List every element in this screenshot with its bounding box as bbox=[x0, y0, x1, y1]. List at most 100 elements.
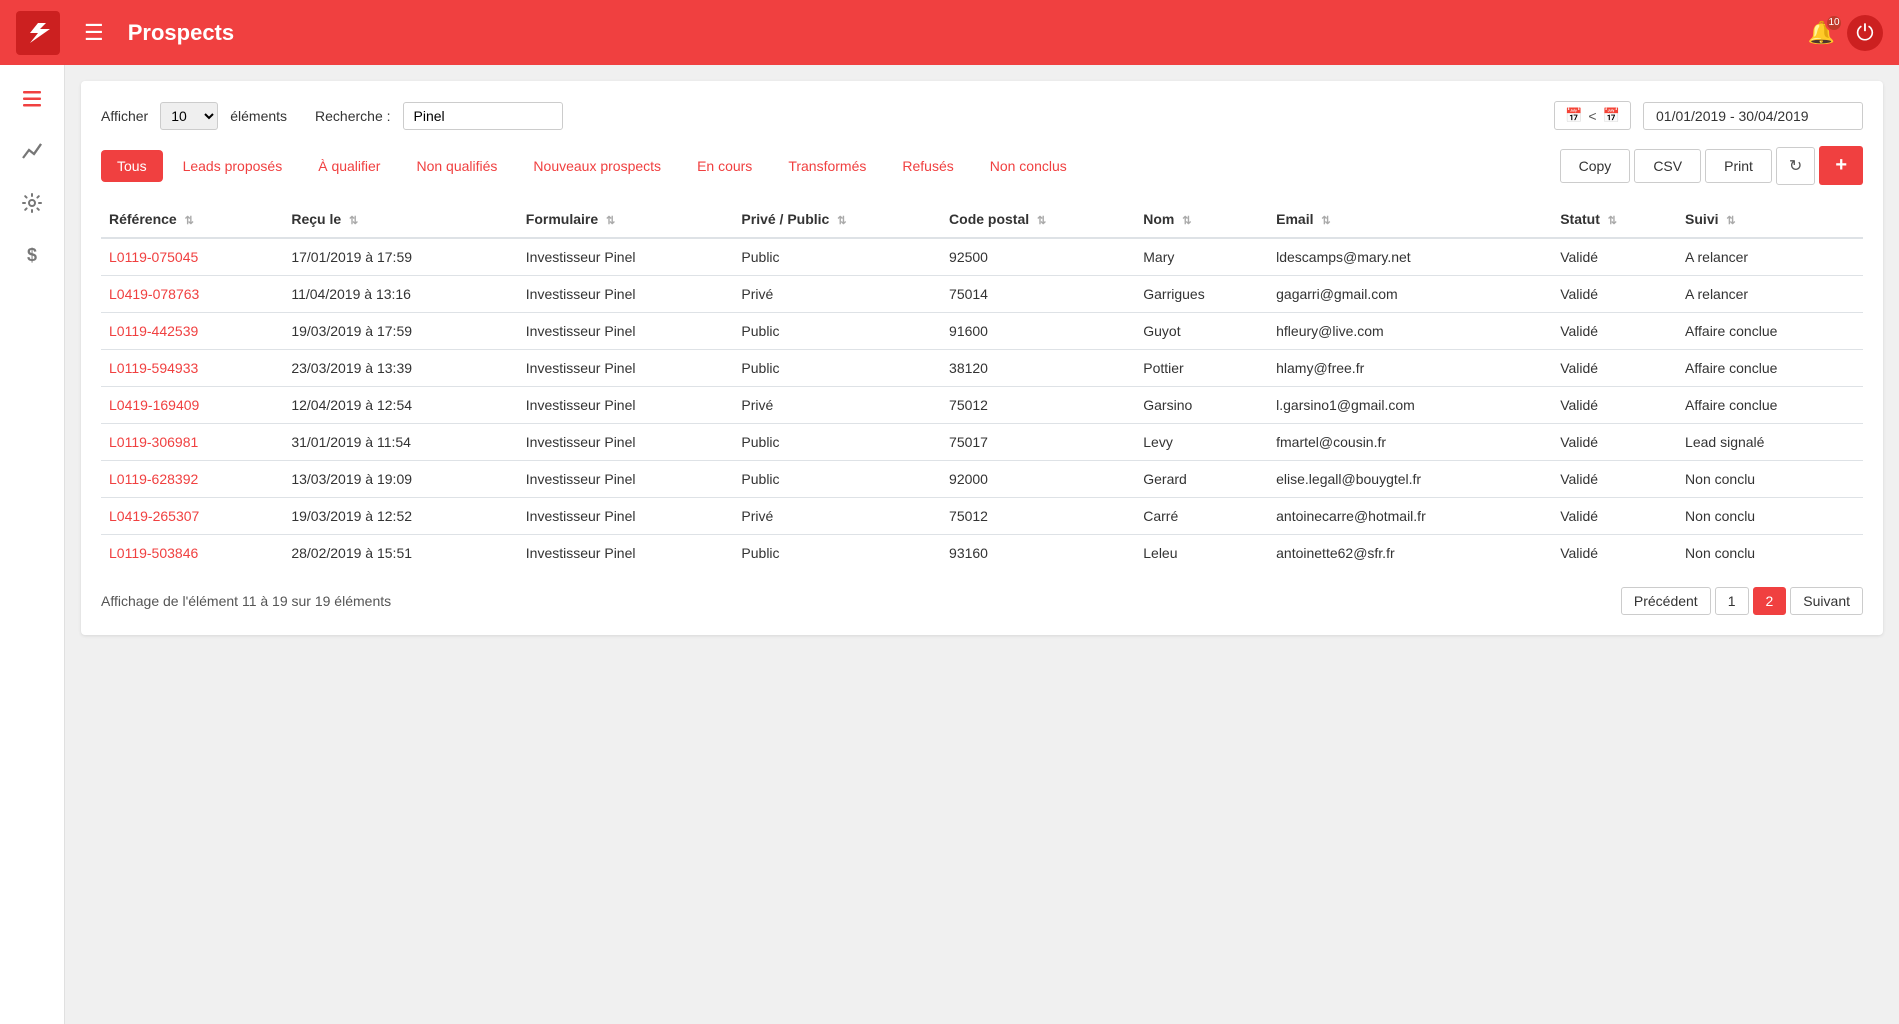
cell-recu-6: 13/03/2019 à 19:09 bbox=[283, 461, 517, 498]
ref-link-5[interactable]: L0119-306981 bbox=[109, 434, 198, 450]
filter-tab-transformes[interactable]: Transformés bbox=[772, 150, 882, 182]
cell-prive-7: Privé bbox=[733, 498, 941, 535]
cell-ref-0: L0119-075045 bbox=[101, 238, 283, 276]
filter-tab-tous[interactable]: Tous bbox=[101, 150, 163, 182]
col-recu-le: Reçu le ⇅ bbox=[283, 201, 517, 238]
ref-link-6[interactable]: L0119-628392 bbox=[109, 471, 198, 487]
cell-suivi-7: Non conclu bbox=[1677, 498, 1863, 535]
cell-cp-7: 75012 bbox=[941, 498, 1135, 535]
afficher-select[interactable]: 10 25 50 100 bbox=[160, 102, 218, 130]
cell-prive-0: Public bbox=[733, 238, 941, 276]
sidebar-item-settings[interactable] bbox=[10, 181, 54, 225]
cell-cp-2: 91600 bbox=[941, 313, 1135, 350]
col-formulaire: Formulaire ⇅ bbox=[518, 201, 734, 238]
cell-recu-8: 28/02/2019 à 15:51 bbox=[283, 535, 517, 572]
filter-tab-en-cours[interactable]: En cours bbox=[681, 150, 768, 182]
cell-nom-3: Pottier bbox=[1135, 350, 1268, 387]
sidebar-item-list[interactable] bbox=[10, 77, 54, 121]
date-separator: < bbox=[1588, 108, 1596, 124]
col-statut-label: Statut bbox=[1560, 211, 1600, 227]
pagination-controls: Précédent 1 2 Suivant bbox=[1621, 587, 1863, 615]
refresh-button[interactable]: ↻ bbox=[1776, 147, 1815, 185]
ref-link-3[interactable]: L0119-594933 bbox=[109, 360, 198, 376]
cell-formulaire-8: Investisseur Pinel bbox=[518, 535, 734, 572]
cell-statut-3: Validé bbox=[1552, 350, 1677, 387]
date-range-input[interactable] bbox=[1643, 102, 1863, 130]
prev-page-button[interactable]: Précédent bbox=[1621, 587, 1711, 615]
power-button[interactable]: ⏻ bbox=[1847, 15, 1883, 51]
filter-tab-non-qualifies[interactable]: Non qualifiés bbox=[400, 150, 513, 182]
notification-button[interactable]: 🔔 10 bbox=[1808, 20, 1835, 46]
sort-icon-prive[interactable]: ⇅ bbox=[837, 215, 846, 227]
cell-prive-4: Privé bbox=[733, 387, 941, 424]
cell-cp-1: 75014 bbox=[941, 276, 1135, 313]
date-range-start-button[interactable]: 📅 < 📅 bbox=[1554, 101, 1631, 130]
col-nom-label: Nom bbox=[1143, 211, 1174, 227]
cell-suivi-3: Affaire conclue bbox=[1677, 350, 1863, 387]
calendar-icon-right: 📅 bbox=[1603, 107, 1620, 124]
sidebar-item-chart[interactable] bbox=[10, 129, 54, 173]
filter-tab-non-conclus[interactable]: Non conclus bbox=[974, 150, 1083, 182]
col-reference-label: Référence bbox=[109, 211, 177, 227]
header-icons: 🔔 10 ⏻ bbox=[1808, 15, 1883, 51]
sort-icon-recu[interactable]: ⇅ bbox=[349, 215, 358, 227]
cell-statut-5: Validé bbox=[1552, 424, 1677, 461]
cell-formulaire-5: Investisseur Pinel bbox=[518, 424, 734, 461]
page-2-button[interactable]: 2 bbox=[1753, 587, 1787, 615]
cell-email-1: gagarri@gmail.com bbox=[1268, 276, 1552, 313]
cell-statut-1: Validé bbox=[1552, 276, 1677, 313]
copy-button[interactable]: Copy bbox=[1560, 149, 1631, 183]
filter-tab-leads-proposes[interactable]: Leads proposés bbox=[167, 150, 299, 182]
csv-button[interactable]: CSV bbox=[1634, 149, 1701, 183]
table-row: L0419-078763 11/04/2019 à 13:16 Investis… bbox=[101, 276, 1863, 313]
sidebar-item-finance[interactable]: $ bbox=[10, 233, 54, 277]
logo bbox=[16, 11, 60, 55]
content-card: Afficher 10 25 50 100 éléments Recherche… bbox=[81, 81, 1883, 635]
cell-ref-8: L0119-503846 bbox=[101, 535, 283, 572]
cell-statut-4: Validé bbox=[1552, 387, 1677, 424]
cell-prive-5: Public bbox=[733, 424, 941, 461]
col-reference: Référence ⇅ bbox=[101, 201, 283, 238]
add-button[interactable]: + bbox=[1819, 146, 1863, 185]
search-input[interactable] bbox=[403, 102, 563, 130]
cell-ref-4: L0419-169409 bbox=[101, 387, 283, 424]
menu-button[interactable]: ☰ bbox=[76, 16, 112, 50]
cell-nom-7: Carré bbox=[1135, 498, 1268, 535]
table-row: L0119-306981 31/01/2019 à 11:54 Investis… bbox=[101, 424, 1863, 461]
layout: $ Afficher 10 25 50 100 éléments Recherc… bbox=[0, 65, 1899, 1024]
table-row: L0119-075045 17/01/2019 à 17:59 Investis… bbox=[101, 238, 1863, 276]
ref-link-8[interactable]: L0119-503846 bbox=[109, 545, 198, 561]
sort-icon-statut[interactable]: ⇅ bbox=[1608, 215, 1617, 227]
cell-email-8: antoinette62@sfr.fr bbox=[1268, 535, 1552, 572]
col-formulaire-label: Formulaire bbox=[526, 211, 598, 227]
cell-formulaire-4: Investisseur Pinel bbox=[518, 387, 734, 424]
ref-link-2[interactable]: L0119-442539 bbox=[109, 323, 198, 339]
cell-email-5: fmartel@cousin.fr bbox=[1268, 424, 1552, 461]
sort-icon-formulaire[interactable]: ⇅ bbox=[606, 215, 615, 227]
print-button[interactable]: Print bbox=[1705, 149, 1772, 183]
cell-nom-0: Mary bbox=[1135, 238, 1268, 276]
sort-icon-nom[interactable]: ⇅ bbox=[1182, 215, 1191, 227]
sort-icon-code[interactable]: ⇅ bbox=[1037, 215, 1046, 227]
ref-link-4[interactable]: L0419-169409 bbox=[109, 397, 199, 413]
cell-ref-5: L0119-306981 bbox=[101, 424, 283, 461]
ref-link-0[interactable]: L0119-075045 bbox=[109, 249, 198, 265]
sort-icon-suivi[interactable]: ⇅ bbox=[1726, 215, 1735, 227]
cell-nom-2: Guyot bbox=[1135, 313, 1268, 350]
page-1-button[interactable]: 1 bbox=[1715, 587, 1749, 615]
filter-tab-refuses[interactable]: Refusés bbox=[886, 150, 969, 182]
cell-recu-0: 17/01/2019 à 17:59 bbox=[283, 238, 517, 276]
cell-nom-1: Garrigues bbox=[1135, 276, 1268, 313]
cell-prive-2: Public bbox=[733, 313, 941, 350]
ref-link-1[interactable]: L0419-078763 bbox=[109, 286, 199, 302]
sort-icon-reference[interactable]: ⇅ bbox=[185, 215, 194, 227]
cell-nom-8: Leleu bbox=[1135, 535, 1268, 572]
sort-icon-email[interactable]: ⇅ bbox=[1321, 215, 1330, 227]
col-prive-public: Privé / Public ⇅ bbox=[733, 201, 941, 238]
cell-formulaire-2: Investisseur Pinel bbox=[518, 313, 734, 350]
next-page-button[interactable]: Suivant bbox=[1790, 587, 1863, 615]
table-row: L0419-265307 19/03/2019 à 12:52 Investis… bbox=[101, 498, 1863, 535]
ref-link-7[interactable]: L0419-265307 bbox=[109, 508, 199, 524]
filter-tab-nouveaux-prospects[interactable]: Nouveaux prospects bbox=[517, 150, 677, 182]
filter-tab-a-qualifier[interactable]: À qualifier bbox=[302, 150, 396, 182]
